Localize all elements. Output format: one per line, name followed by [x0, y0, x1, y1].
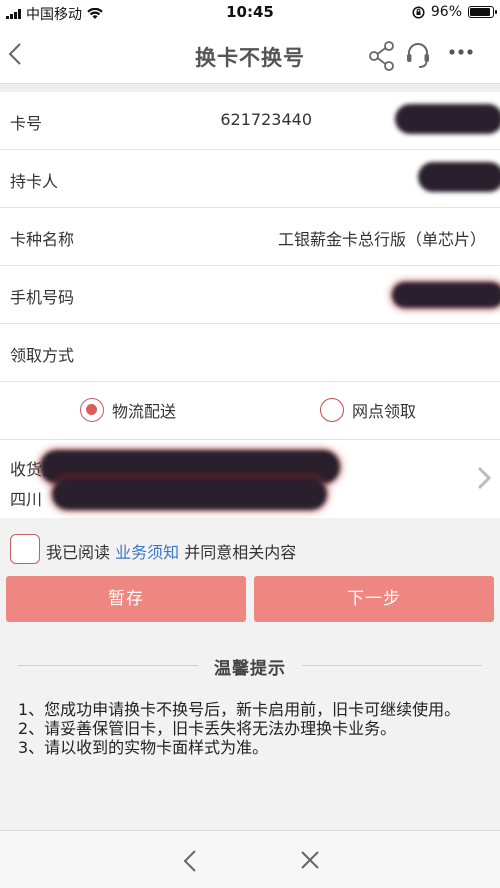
phone-label: 手机号码: [10, 288, 75, 307]
card-type-row: 卡种名称 工银薪金卡总行版（单芯片）: [0, 208, 500, 266]
next-step-button[interactable]: 下一步: [254, 576, 494, 622]
back-icon[interactable]: [182, 849, 198, 873]
close-icon[interactable]: [300, 850, 320, 870]
card-number-value: 621723440: [220, 110, 312, 129]
radio-selected-icon: [80, 398, 104, 422]
headset-icon[interactable]: [404, 40, 432, 70]
card-number-row: 卡号 621723440: [0, 92, 500, 150]
tip-item: 2、请妥善保管旧卡，旧卡丢失将无法办理换卡业务。: [18, 719, 397, 738]
redaction-mark: [418, 162, 500, 192]
agreement-prefix: 我已阅读: [46, 543, 111, 562]
card-holder-label: 持卡人: [10, 172, 59, 191]
radio-branch[interactable]: 网点领取: [320, 398, 416, 422]
status-right: 96%: [412, 4, 497, 20]
tip-item: 3、请以收到的实物卡面样式为准。: [18, 738, 269, 757]
agreement-row: 我已阅读 业务须知 并同意相关内容: [0, 530, 500, 570]
pickup-method-row: 领取方式: [0, 324, 500, 382]
redaction-mark: [52, 478, 327, 510]
rotation-lock-icon: [412, 5, 425, 19]
bottom-toolbar: [0, 830, 500, 888]
radio-logistics[interactable]: 物流配送: [80, 398, 176, 422]
business-notice-link[interactable]: 业务须知: [115, 543, 179, 562]
tips-title: 温馨提示: [214, 659, 286, 679]
phone-row: 手机号码: [0, 266, 500, 324]
address-province: 四川: [10, 490, 43, 509]
more-icon[interactable]: [448, 48, 474, 56]
card-type-label: 卡种名称: [10, 230, 75, 249]
battery-percent: 96%: [430, 4, 462, 20]
agreement-text: 我已阅读 业务须知 并同意相关内容: [46, 539, 296, 563]
redaction-mark: [392, 282, 500, 308]
pickup-method-label: 领取方式: [10, 346, 75, 365]
agreement-suffix: 并同意相关内容: [184, 543, 297, 562]
share-icon[interactable]: [368, 40, 396, 72]
tip-item: 1、您成功申请换卡不换号后，新卡启用前，旧卡可继续使用。: [18, 700, 461, 719]
pickup-options-row: 物流配送 网点领取: [0, 382, 500, 440]
save-draft-button[interactable]: 暂存: [6, 576, 246, 622]
redaction-mark: [395, 104, 500, 134]
card-form: 卡号 621723440 持卡人 卡种名称 工银薪金卡总行版（单芯片） 手机号码…: [0, 92, 500, 518]
section-gap: [0, 84, 500, 92]
nav-bar: 换卡不换号: [0, 26, 500, 84]
radio-logistics-label: 物流配送: [112, 402, 177, 421]
status-bar: 中国移动 10:45 96%: [0, 0, 500, 26]
battery-icon: [468, 6, 497, 18]
tips-list: 1、您成功申请换卡不换号后，新卡启用前，旧卡可继续使用。 2、请妥善保管旧卡，旧…: [18, 700, 488, 757]
radio-unselected-icon: [320, 398, 344, 422]
agree-checkbox[interactable]: [10, 534, 40, 564]
chevron-right-icon: [477, 466, 492, 490]
radio-branch-label: 网点领取: [352, 402, 417, 421]
card-number-label: 卡号: [10, 114, 43, 133]
card-holder-row: 持卡人: [0, 150, 500, 208]
card-type-value: 工银薪金卡总行版（单芯片）: [277, 230, 486, 249]
address-row[interactable]: 收货人： 四川: [0, 440, 500, 518]
